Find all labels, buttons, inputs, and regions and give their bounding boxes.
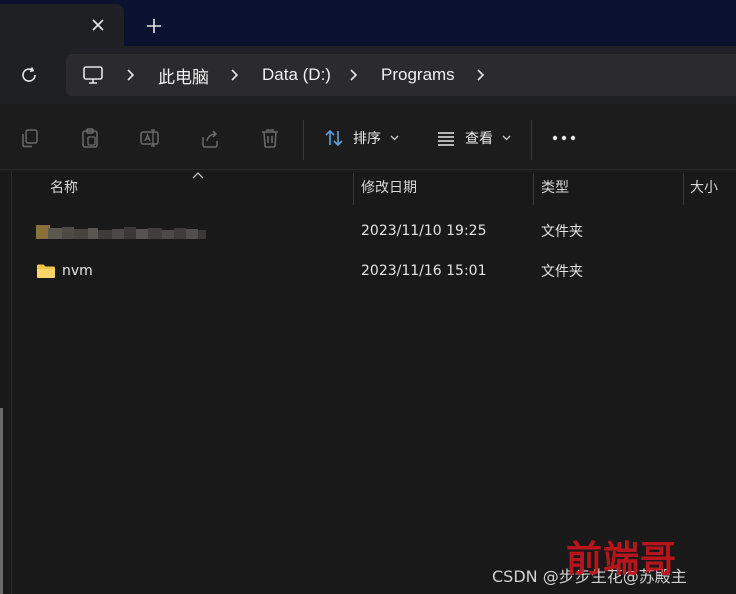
column-divider[interactable] <box>683 173 684 205</box>
file-row[interactable]: nvm 2023/11/16 15:01 文件夹 <box>14 251 736 291</box>
copy-icon[interactable] <box>16 124 44 152</box>
sort-ascending-icon <box>192 172 204 179</box>
more-icon[interactable] <box>549 124 579 152</box>
file-row[interactable]: 2023/11/10 19:25 文件夹 <box>14 211 736 251</box>
file-name[interactable]: nvm <box>62 251 93 291</box>
column-header-size[interactable]: 大小 <box>690 171 718 203</box>
folder-icon <box>37 264 55 278</box>
breadcrumb-this-pc[interactable]: 此电脑 <box>158 54 209 96</box>
tab-strip <box>0 0 736 46</box>
seal-watermark: 前端哥 <box>566 538 678 580</box>
breadcrumb-programs[interactable]: Programs <box>381 54 455 96</box>
column-divider[interactable] <box>533 173 534 205</box>
view-button-label[interactable]: 查看 <box>465 128 493 148</box>
column-header-name[interactable]: 名称 <box>50 171 78 203</box>
sort-button-label[interactable]: 排序 <box>353 128 381 148</box>
plus-icon[interactable] <box>143 15 165 37</box>
view-icon[interactable] <box>432 124 460 152</box>
obscured-folder-name <box>36 225 206 239</box>
chevron-right-icon[interactable] <box>226 67 242 83</box>
rename-icon[interactable] <box>136 124 164 152</box>
file-modified: 2023/11/10 19:25 <box>361 223 487 239</box>
chevron-down-icon[interactable] <box>390 135 399 141</box>
breadcrumb-data-drive[interactable]: Data (D:) <box>262 54 331 96</box>
address-bar[interactable]: 此电脑 Data (D:) Programs <box>66 54 736 96</box>
file-type: 文件夹 <box>541 264 583 280</box>
toolbar-divider <box>303 120 304 160</box>
toolbar-divider <box>531 120 532 160</box>
address-row: 此电脑 Data (D:) Programs <box>0 46 736 104</box>
scrollbar[interactable] <box>0 408 3 594</box>
sort-icon[interactable] <box>320 124 348 152</box>
paste-icon[interactable] <box>76 124 104 152</box>
chevron-right-icon[interactable] <box>122 67 138 83</box>
active-tab[interactable] <box>0 4 124 46</box>
command-toolbar: 排序 查看 <box>0 104 736 170</box>
chevron-right-icon[interactable] <box>345 67 361 83</box>
delete-icon[interactable] <box>256 124 284 152</box>
chevron-right-icon[interactable] <box>472 67 488 83</box>
file-modified: 2023/11/16 15:01 <box>361 263 487 279</box>
file-type: 文件夹 <box>541 224 583 240</box>
chevron-down-icon[interactable] <box>502 135 511 141</box>
column-header-type[interactable]: 类型 <box>541 171 569 203</box>
column-header-modified[interactable]: 修改日期 <box>361 171 417 203</box>
column-divider[interactable] <box>353 173 354 205</box>
share-icon[interactable] <box>196 124 224 152</box>
close-icon[interactable] <box>88 15 108 35</box>
pane-divider <box>11 171 12 594</box>
refresh-icon[interactable] <box>16 62 42 88</box>
computer-icon[interactable] <box>82 64 104 86</box>
